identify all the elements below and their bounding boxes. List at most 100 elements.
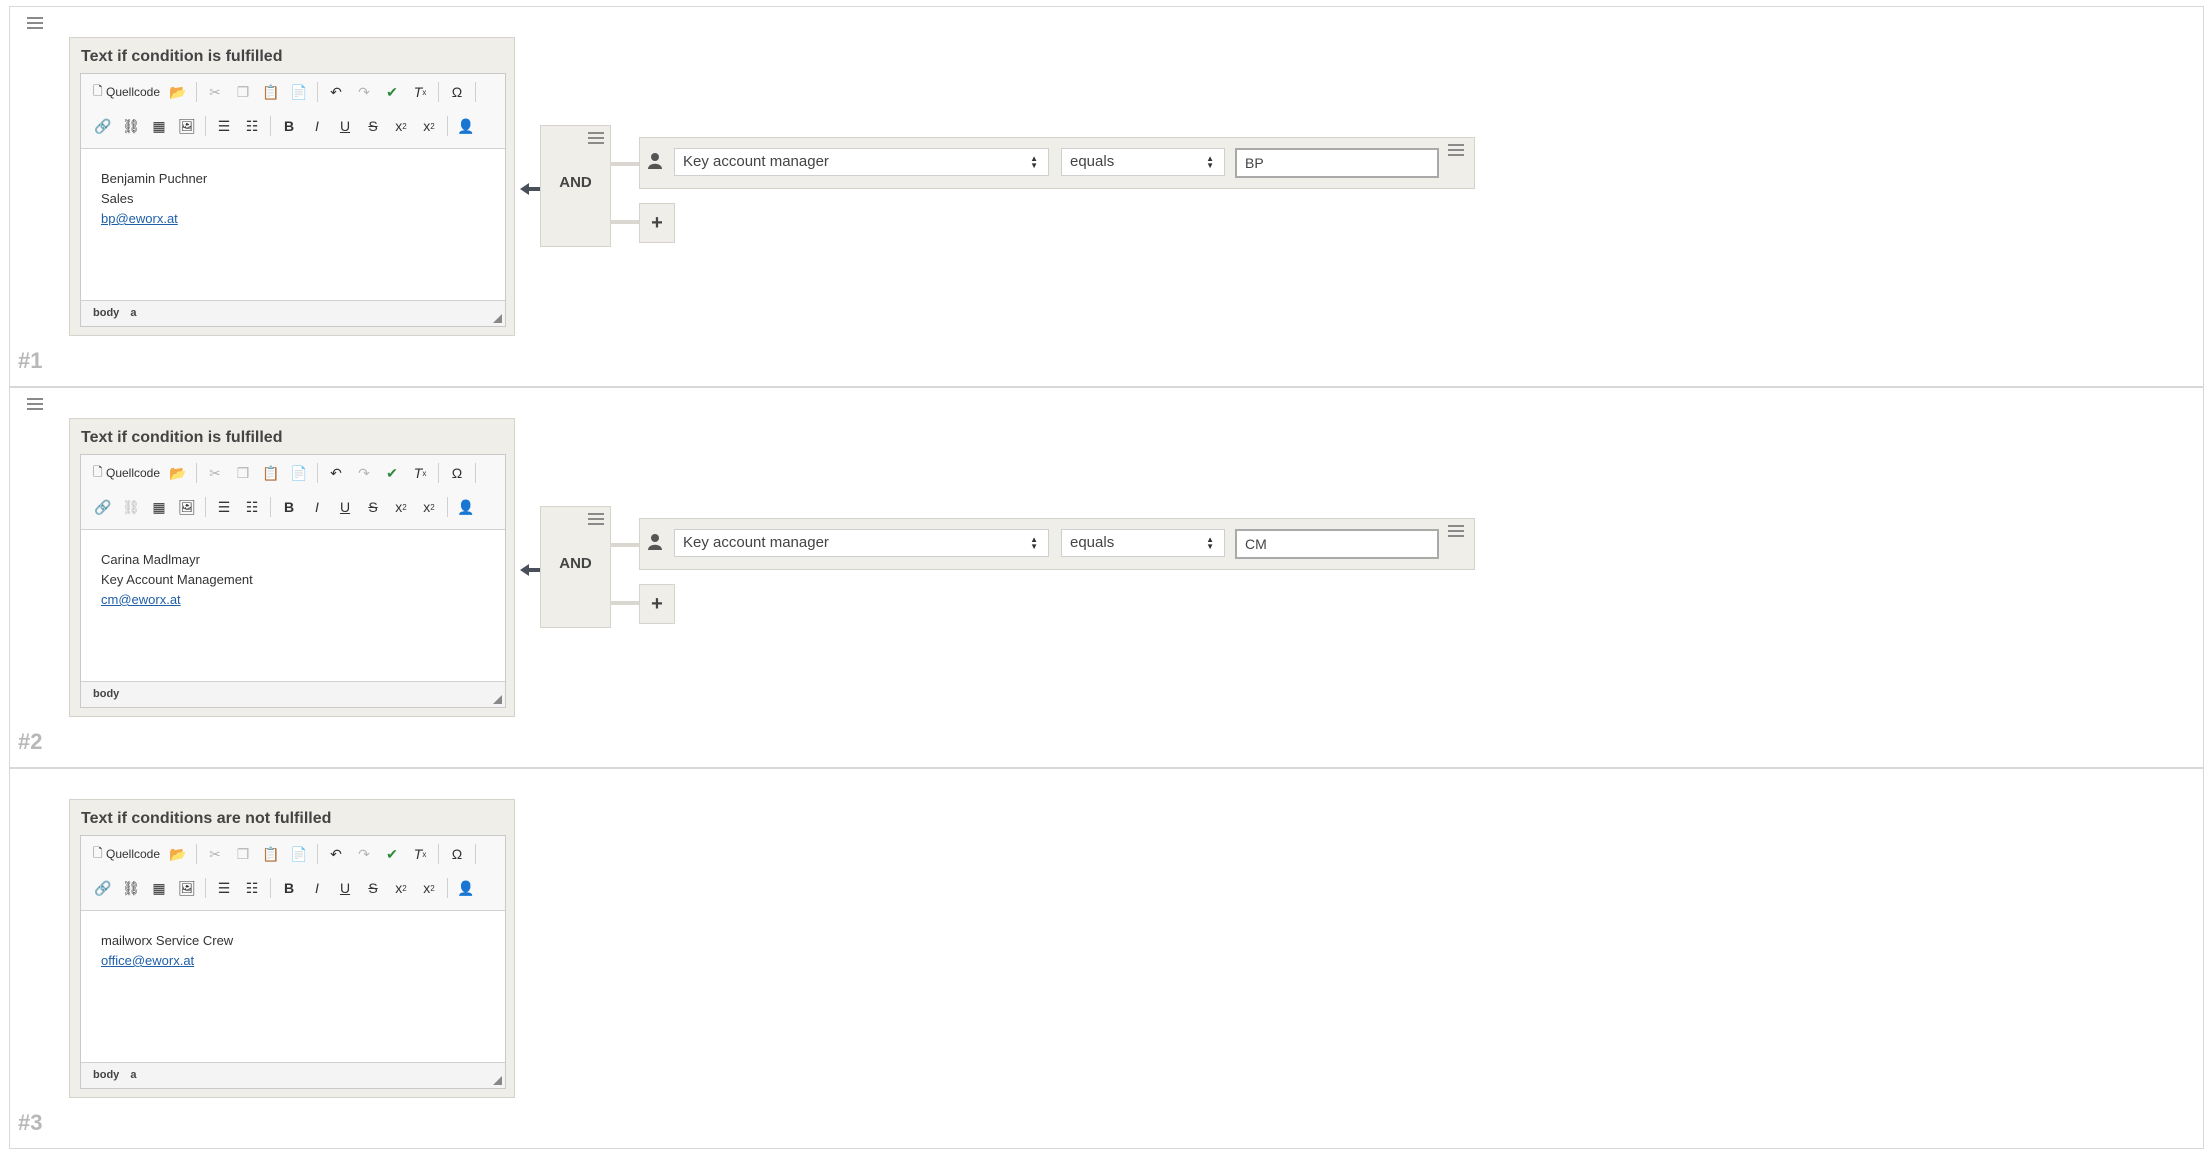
unlink-icon[interactable]: ⛓	[117, 876, 145, 900]
table-icon[interactable]: ▦	[145, 495, 173, 519]
remove-format-icon[interactable]: Tx	[406, 461, 434, 485]
drag-handle-icon[interactable]	[27, 17, 43, 31]
editor-content[interactable]: Benjamin Puchner Sales bp@eworx.at	[81, 149, 505, 299]
cut-icon[interactable]: ✂	[201, 842, 229, 866]
menu-icon[interactable]	[1448, 144, 1464, 159]
italic-icon[interactable]: I	[303, 114, 331, 138]
image-icon[interactable]: 🖼	[173, 876, 201, 900]
underline-icon[interactable]: U	[331, 495, 359, 519]
link-icon[interactable]: 🔗	[89, 876, 117, 900]
bulleted-list-icon[interactable]: ☷	[238, 114, 266, 138]
value-input[interactable]: CM	[1235, 529, 1439, 559]
numbered-list-icon[interactable]: ☰	[210, 114, 238, 138]
underline-icon[interactable]: U	[331, 114, 359, 138]
paste-text-icon[interactable]: 📄	[285, 842, 313, 866]
undo-icon[interactable]: ↶	[322, 80, 350, 104]
superscript-icon[interactable]: x2	[415, 876, 443, 900]
numbered-list-icon[interactable]: ☰	[210, 876, 238, 900]
subscript-icon[interactable]: x2	[387, 114, 415, 138]
link-icon[interactable]: 🔗	[89, 114, 117, 138]
copy-icon[interactable]: ❐	[229, 842, 257, 866]
source-button[interactable]: 🗋 Quellcode	[89, 461, 164, 485]
logic-operator[interactable]: AND	[541, 174, 610, 191]
superscript-icon[interactable]: x2	[415, 114, 443, 138]
paste-text-icon[interactable]: 📄	[285, 461, 313, 485]
special-char-icon[interactable]: Ω	[443, 461, 471, 485]
undo-icon[interactable]: ↶	[322, 842, 350, 866]
editor-content[interactable]: Carina Madlmayr Key Account Management c…	[81, 530, 505, 680]
special-char-icon[interactable]: Ω	[443, 842, 471, 866]
numbered-list-icon[interactable]: ☰	[210, 495, 238, 519]
resize-handle-icon[interactable]	[493, 314, 502, 323]
strikethrough-icon[interactable]: S	[359, 495, 387, 519]
redo-icon[interactable]: ↷	[350, 80, 378, 104]
path-item[interactable]: body	[93, 688, 119, 700]
add-condition-button[interactable]: +	[639, 584, 675, 624]
redo-icon[interactable]: ↷	[350, 842, 378, 866]
logic-operator[interactable]: AND	[541, 555, 610, 572]
path-item[interactable]: body	[93, 1069, 119, 1081]
person-icon[interactable]: 👤	[452, 876, 480, 900]
email-link[interactable]: office@eworx.at	[101, 951, 485, 971]
cut-icon[interactable]: ✂	[201, 461, 229, 485]
underline-icon[interactable]: U	[331, 876, 359, 900]
image-icon[interactable]: 🖼	[173, 495, 201, 519]
subscript-icon[interactable]: x2	[387, 876, 415, 900]
path-item[interactable]: a	[130, 307, 136, 319]
spellcheck-icon[interactable]: ✔	[378, 80, 406, 104]
bulleted-list-icon[interactable]: ☷	[238, 876, 266, 900]
copy-icon[interactable]: ❐	[229, 461, 257, 485]
undo-icon[interactable]: ↶	[322, 461, 350, 485]
strikethrough-icon[interactable]: S	[359, 876, 387, 900]
spellcheck-icon[interactable]: ✔	[378, 461, 406, 485]
path-item[interactable]: a	[130, 1069, 136, 1081]
table-icon[interactable]: ▦	[145, 876, 173, 900]
table-icon[interactable]: ▦	[145, 114, 173, 138]
paste-icon[interactable]: 📋	[257, 461, 285, 485]
unlink-icon[interactable]: ⛓	[117, 114, 145, 138]
field-select[interactable]: Key account manager ▲ ▼	[674, 529, 1049, 557]
italic-icon[interactable]: I	[303, 495, 331, 519]
paste-text-icon[interactable]: 📄	[285, 80, 313, 104]
unlink-icon[interactable]: ⛓	[117, 495, 145, 519]
remove-format-icon[interactable]: Tx	[406, 80, 434, 104]
bulleted-list-icon[interactable]: ☷	[238, 495, 266, 519]
add-condition-button[interactable]: +	[639, 203, 675, 243]
drag-handle-icon[interactable]	[27, 398, 43, 412]
person-icon[interactable]: 👤	[452, 495, 480, 519]
copy-icon[interactable]: ❐	[229, 80, 257, 104]
strikethrough-icon[interactable]: S	[359, 114, 387, 138]
email-link[interactable]: bp@eworx.at	[101, 209, 485, 229]
field-select[interactable]: Key account manager ▲ ▼	[674, 148, 1049, 176]
open-icon[interactable]: 📂	[164, 842, 192, 866]
source-button[interactable]: 🗋 Quellcode	[89, 842, 164, 866]
open-icon[interactable]: 📂	[164, 80, 192, 104]
cut-icon[interactable]: ✂	[201, 80, 229, 104]
redo-icon[interactable]: ↷	[350, 461, 378, 485]
special-char-icon[interactable]: Ω	[443, 80, 471, 104]
link-icon[interactable]: 🔗	[89, 495, 117, 519]
bold-icon[interactable]: B	[275, 114, 303, 138]
menu-icon[interactable]	[588, 513, 604, 528]
operator-select[interactable]: equals ▲ ▼	[1061, 529, 1225, 557]
resize-handle-icon[interactable]	[493, 695, 502, 704]
person-icon[interactable]: 👤	[452, 114, 480, 138]
open-icon[interactable]: 📂	[164, 461, 192, 485]
image-icon[interactable]: 🖼	[173, 114, 201, 138]
resize-handle-icon[interactable]	[493, 1076, 502, 1085]
paste-icon[interactable]: 📋	[257, 842, 285, 866]
source-button[interactable]: 🗋 Quellcode	[89, 80, 164, 104]
spellcheck-icon[interactable]: ✔	[378, 842, 406, 866]
italic-icon[interactable]: I	[303, 876, 331, 900]
menu-icon[interactable]	[588, 132, 604, 147]
email-link[interactable]: cm@eworx.at	[101, 590, 485, 610]
operator-select[interactable]: equals ▲ ▼	[1061, 148, 1225, 176]
subscript-icon[interactable]: x2	[387, 495, 415, 519]
bold-icon[interactable]: B	[275, 495, 303, 519]
menu-icon[interactable]	[1448, 525, 1464, 540]
bold-icon[interactable]: B	[275, 876, 303, 900]
remove-format-icon[interactable]: Tx	[406, 842, 434, 866]
value-input[interactable]: BP	[1235, 148, 1439, 178]
path-item[interactable]: body	[93, 307, 119, 319]
editor-content[interactable]: mailworx Service Crew office@eworx.at	[81, 911, 505, 1061]
